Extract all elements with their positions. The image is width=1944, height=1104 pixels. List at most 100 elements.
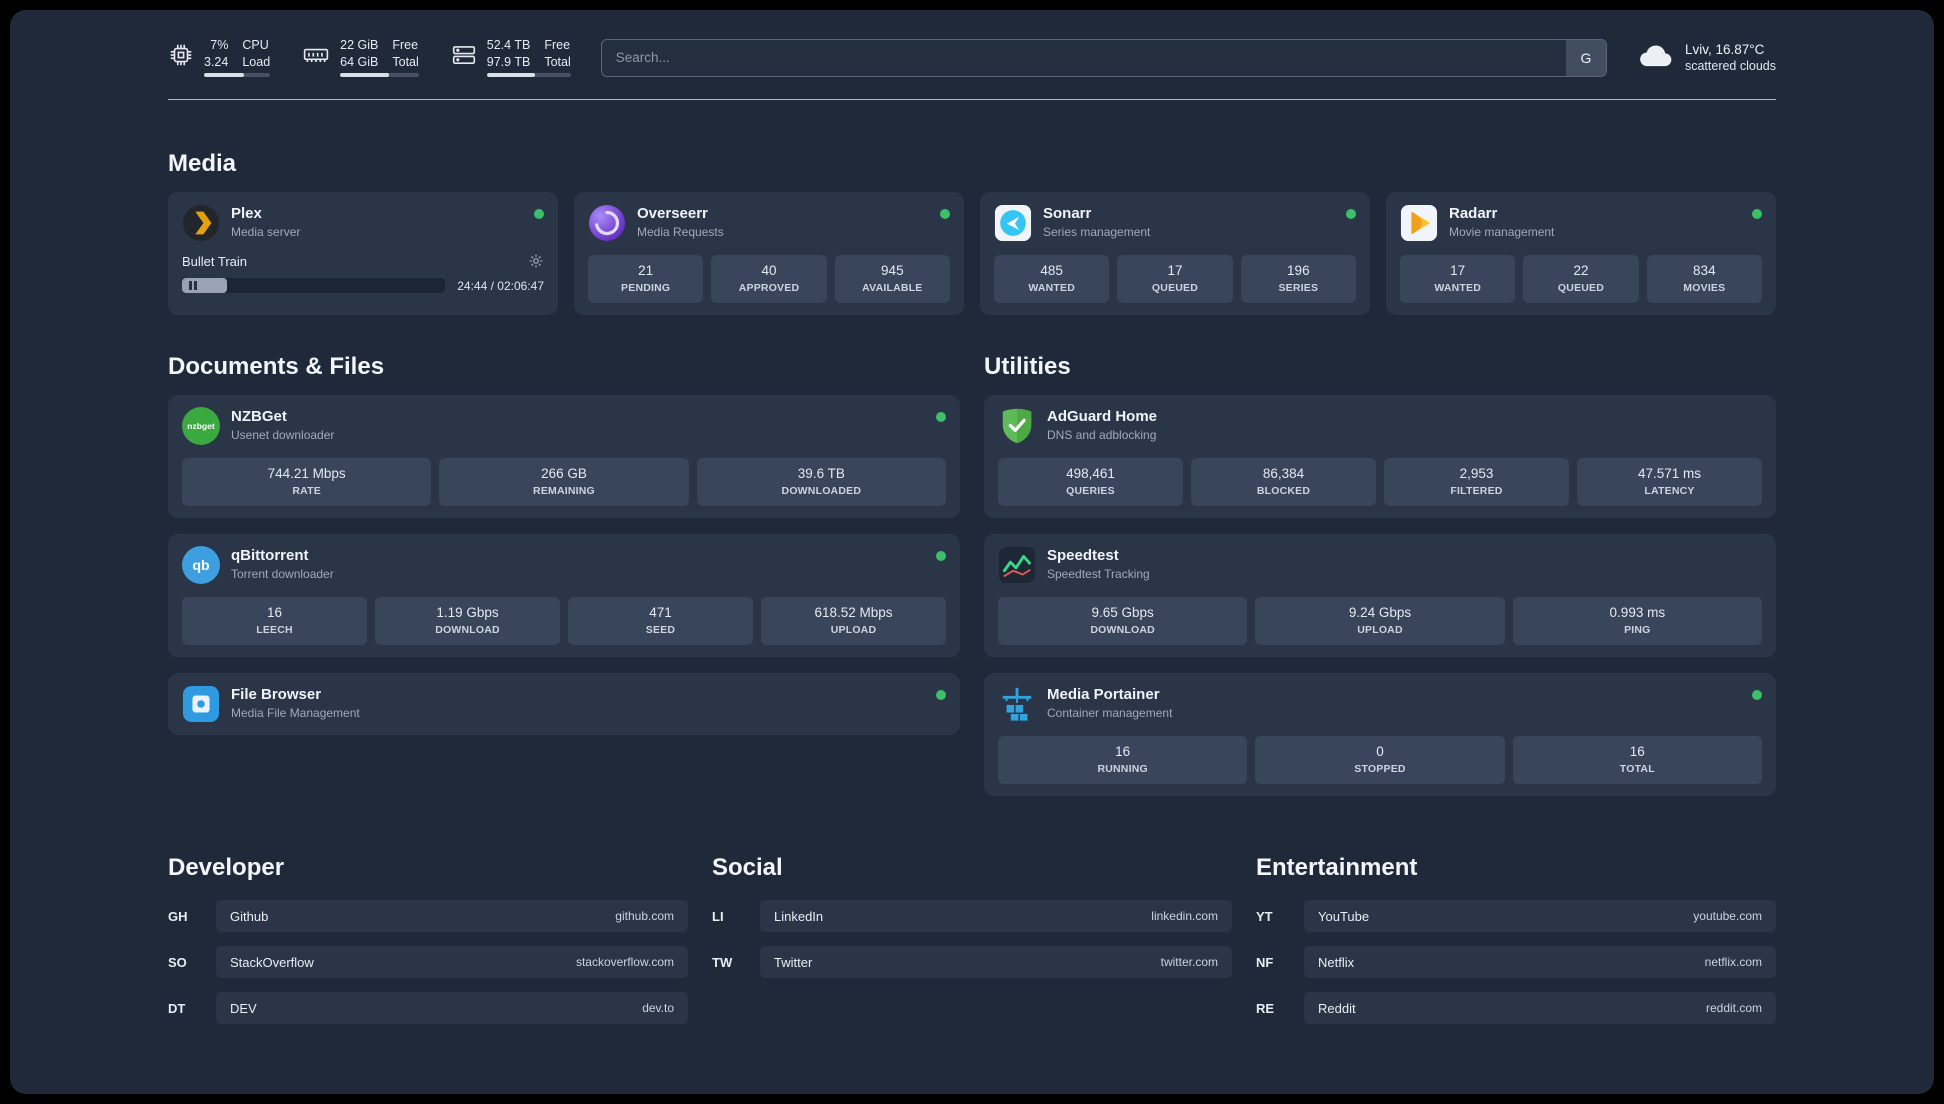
- app-subtitle-filebrowser: Media File Management: [231, 706, 360, 720]
- stat-label: REMAINING: [533, 485, 595, 497]
- app-link-filebrowser[interactable]: File Browser Media File Management: [182, 685, 946, 723]
- bookmark-url: netflix.com: [1704, 955, 1762, 969]
- app-card-overseerr: Overseerr Media Requests 21 PENDING 40 A…: [574, 192, 964, 315]
- disk-progress-bar: [486, 73, 571, 77]
- status-dot: [1752, 209, 1762, 219]
- stat-value: 471: [649, 605, 672, 620]
- bookmark-abbr: LI: [712, 908, 724, 924]
- pause-icon[interactable]: [189, 281, 197, 290]
- app-link-portainer[interactable]: Media Portainer Container management: [998, 685, 1762, 723]
- stat-value: 40: [761, 263, 777, 278]
- stat-value: 196: [1287, 263, 1310, 278]
- status-dot: [1752, 690, 1762, 700]
- section-documents: Documents & Files nzbget NZBGet Usenet d…: [168, 353, 960, 796]
- bookmark-link-github[interactable]: Github github.com: [216, 900, 688, 932]
- app-link-sonarr[interactable]: Sonarr Series management: [994, 204, 1356, 242]
- cpu-metric: 7% 3.24 CPU Load: [168, 38, 271, 77]
- app-link-qbittorrent[interactable]: qb qBittorrent Torrent downloader: [182, 546, 946, 584]
- bookmark-row-youtube: YT YouTube youtube.com: [1256, 900, 1776, 932]
- stat-tile: 471 SEED: [568, 597, 753, 645]
- stat-value: 498,461: [1066, 466, 1115, 481]
- bookmark-name: Twitter: [774, 954, 813, 970]
- stat-tile: 47.571 ms LATENCY: [1577, 458, 1762, 506]
- section-media: Media Plex Media server Bullet Train 24:…: [168, 150, 1776, 315]
- qbittorrent-icon: qb: [182, 546, 220, 584]
- bookmark-row-github: GH Github github.com: [168, 900, 688, 932]
- status-dot: [534, 209, 544, 219]
- stat-tile: 196 SERIES: [1240, 255, 1356, 303]
- bookmark-abbr: GH: [168, 908, 188, 924]
- stat-tile: 2,953 FILTERED: [1384, 458, 1569, 506]
- bookmark-name: Netflix: [1318, 954, 1355, 970]
- stat-value: 266 GB: [541, 466, 587, 481]
- app-link-speedtest[interactable]: Speedtest Speedtest Tracking: [998, 546, 1762, 584]
- stat-tile: 9.65 Gbps DOWNLOAD: [998, 597, 1248, 645]
- bookmark-link-netflix[interactable]: Netflix netflix.com: [1304, 946, 1776, 978]
- bookmark-link-reddit[interactable]: Reddit reddit.com: [1304, 992, 1776, 1024]
- app-card-adguard: AdGuard Home DNS and adblocking 498,461 …: [984, 395, 1776, 518]
- app-link-radarr[interactable]: Radarr Movie management: [1400, 204, 1762, 242]
- app-link-overseerr[interactable]: Overseerr Media Requests: [588, 204, 950, 242]
- stat-label: QUEUED: [1151, 282, 1199, 294]
- stat-value: 22: [1573, 263, 1589, 278]
- search-input[interactable]: [601, 39, 1566, 76]
- gear-icon[interactable]: [528, 253, 544, 269]
- bookmark-abbr: TW: [712, 954, 733, 970]
- stat-value: 945: [881, 263, 904, 278]
- app-link-nzbget[interactable]: nzbget NZBGet Usenet downloader: [182, 407, 946, 445]
- stat-value: 16: [1115, 744, 1131, 759]
- app-name-qbittorrent: qBittorrent: [231, 547, 309, 564]
- bookmark-link-twitter[interactable]: Twitter twitter.com: [760, 946, 1232, 978]
- bookmark-abbr: RE: [1256, 1000, 1275, 1016]
- bookmark-link-linkedin[interactable]: LinkedIn linkedin.com: [760, 900, 1232, 932]
- stat-label: MOVIES: [1683, 282, 1726, 294]
- stat-label: SERIES: [1278, 282, 1319, 294]
- stat-label: RATE: [292, 485, 321, 497]
- cpu-label: CPU: [242, 38, 269, 52]
- stat-label: APPROVED: [738, 282, 800, 294]
- stat-label: UPLOAD: [830, 624, 877, 636]
- app-subtitle-speedtest: Speedtest Tracking: [1047, 567, 1150, 581]
- bookmark-link-dev[interactable]: DEV dev.to: [216, 992, 688, 1024]
- stat-label: PENDING: [621, 282, 671, 294]
- nzbget-stats: 744.21 Mbps RATE 266 GB REMAINING 39.6 T…: [182, 458, 946, 506]
- stat-label: DOWNLOAD: [1090, 624, 1155, 636]
- qbittorrent-stats: 16 LEECH 1.19 Gbps DOWNLOAD 471 SEED 618…: [182, 597, 946, 645]
- stat-label: PING: [1624, 624, 1651, 636]
- playback-row: 24:44 / 02:06:47: [182, 278, 544, 293]
- section-title-media: Media: [168, 150, 237, 177]
- bookmark-link-stackoverflow[interactable]: StackOverflow stackoverflow.com: [216, 946, 688, 978]
- stat-value: 47.571 ms: [1637, 466, 1702, 481]
- bookmark-name: Github: [230, 908, 269, 924]
- stat-tile: 485 WANTED: [994, 255, 1110, 303]
- stat-label: SEED: [645, 624, 676, 636]
- stat-label: BLOCKED: [1256, 485, 1311, 497]
- bookmark-url: twitter.com: [1160, 955, 1218, 969]
- bookmark-url: reddit.com: [1705, 1001, 1762, 1015]
- bookmark-row-stackoverflow: SO StackOverflow stackoverflow.com: [168, 946, 688, 978]
- app-subtitle-qbittorrent: Torrent downloader: [231, 567, 334, 581]
- section-social: Social LI LinkedIn linkedin.com TW Twitt…: [712, 854, 1232, 1024]
- bookmark-link-youtube[interactable]: YouTube youtube.com: [1304, 900, 1776, 932]
- search-engine-button[interactable]: G: [1565, 39, 1606, 76]
- stat-value: 16: [266, 605, 283, 620]
- section-entertainment: Entertainment YT YouTube youtube.com NF …: [1256, 854, 1776, 1024]
- bookmark-url: linkedin.com: [1151, 909, 1218, 923]
- app-card-qbittorrent: qb qBittorrent Torrent downloader 16 LEE…: [168, 534, 960, 657]
- stat-value: 0.993 ms: [1609, 605, 1666, 620]
- ram-total-label: Total: [392, 55, 419, 69]
- app-card-sonarr: Sonarr Series management 485 WANTED 17 Q…: [980, 192, 1370, 315]
- weather-widget: Lviv, 16.87°C scattered clouds: [1637, 40, 1776, 75]
- radarr-icon: [1400, 204, 1438, 242]
- app-link-adguard[interactable]: AdGuard Home DNS and adblocking: [998, 407, 1762, 445]
- app-name-speedtest: Speedtest: [1047, 547, 1119, 564]
- cloud-icon: [1637, 40, 1675, 75]
- stat-value: 86,384: [1262, 466, 1305, 481]
- ram-progress-fill: [340, 73, 389, 77]
- playback-progress-bar[interactable]: [182, 278, 446, 293]
- app-link-plex[interactable]: Plex Media server: [182, 204, 544, 242]
- section-title-developer: Developer: [168, 854, 285, 881]
- stat-value: 39.6 TB: [797, 466, 845, 481]
- cpu-load-label: Load: [242, 55, 271, 69]
- bookmark-abbr: SO: [168, 954, 187, 970]
